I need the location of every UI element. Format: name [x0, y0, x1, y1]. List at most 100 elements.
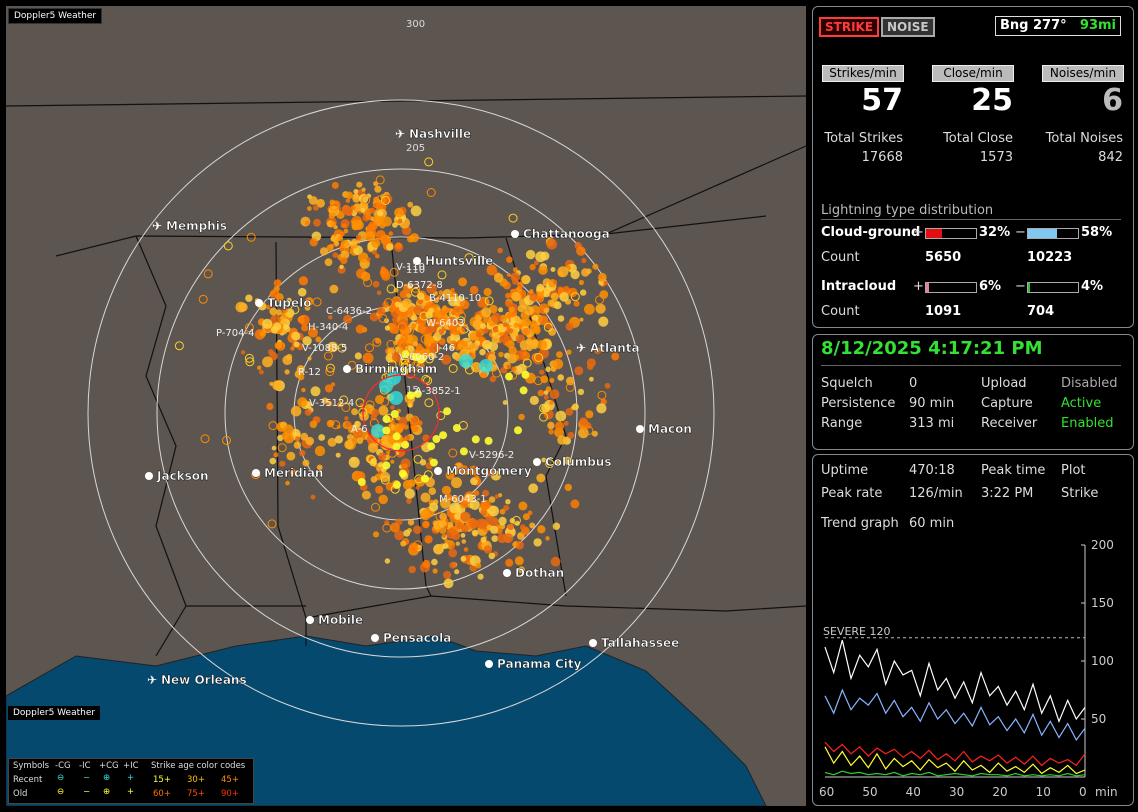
strike-mark	[386, 243, 394, 251]
strike-mark	[370, 476, 378, 483]
datetime: 8/12/2025 4:17:21 PM	[821, 338, 1043, 359]
strike-mark	[444, 539, 449, 544]
strike-mark	[371, 408, 380, 417]
strike-mark	[565, 408, 574, 416]
strike-mark	[581, 257, 587, 264]
strike-mark	[585, 410, 594, 419]
strike-mark	[514, 556, 524, 566]
city-label: Macon	[648, 422, 692, 436]
city-dot	[503, 569, 511, 577]
legend-col-pos-cg: +CG	[99, 761, 119, 771]
persistence-label: Persistence	[821, 396, 896, 411]
recent-strike-mark	[514, 426, 522, 435]
strike-mark	[570, 499, 580, 509]
map-canvas[interactable]: 30020511015✈ Nashville✈ MemphisChattanooga…	[6, 6, 806, 806]
strike-mark	[461, 539, 467, 544]
strike-mark	[491, 335, 500, 344]
city-dot	[485, 660, 493, 668]
strike-mark	[518, 413, 525, 421]
distance-value: 93mi	[1079, 18, 1116, 33]
strike-mark	[358, 252, 369, 263]
strike-mark	[413, 341, 418, 347]
cg-negative-count: 10223	[1027, 250, 1073, 265]
strike-mark	[429, 502, 439, 512]
strike-mark	[423, 521, 430, 528]
strike-mark	[460, 511, 471, 522]
strike-mark	[324, 258, 333, 267]
strike-mark	[408, 479, 416, 487]
strike-mark	[504, 335, 510, 341]
recent-strike-mark	[484, 436, 493, 445]
strike-mark	[390, 405, 395, 410]
strike-mark	[407, 519, 415, 526]
trend-value[interactable]: 60 min	[909, 516, 954, 531]
strike-mark	[361, 187, 366, 192]
recent-strike-mark	[439, 431, 448, 440]
strike-mark	[326, 419, 335, 428]
close-per-min-value: 25	[971, 83, 1013, 118]
strike-mark	[477, 573, 484, 580]
strike-mark	[488, 505, 499, 517]
strike-button[interactable]: STRIKE	[819, 17, 880, 37]
cg-positive-bar-fill	[926, 229, 942, 238]
strike-mark	[309, 420, 318, 429]
strike-mark	[505, 499, 511, 505]
strike-mark	[374, 185, 382, 193]
strike-mark	[365, 214, 372, 221]
upload-value: Disabled	[1061, 376, 1118, 391]
strike-mark	[353, 189, 359, 194]
state-boundary	[6, 95, 806, 107]
divider	[821, 219, 1121, 220]
legend-col-pos-ic: +IC	[123, 761, 139, 771]
city-dot	[589, 639, 597, 647]
city-label: Montgomery	[446, 464, 532, 478]
pos-cg-old-icon: ⊕	[103, 787, 111, 797]
recent-strike-mark	[398, 469, 407, 478]
strike-mark	[272, 380, 283, 391]
strike-mark	[309, 238, 318, 247]
strike-mark	[563, 285, 570, 292]
strike-mark	[402, 298, 412, 309]
strike-mark	[384, 325, 390, 331]
strike-mark	[550, 292, 559, 301]
strike-mark	[313, 204, 319, 211]
plot-value[interactable]: Strike	[1061, 486, 1098, 501]
strike-mark	[335, 452, 341, 458]
range-value: 313 mi	[909, 416, 955, 431]
strike-mark	[408, 565, 417, 574]
strike-mark	[448, 364, 458, 373]
peak-time-value: 3:22 PM	[981, 486, 1034, 501]
airport-icon: ✈	[147, 673, 157, 687]
strike-mark	[422, 559, 431, 568]
lightning-map[interactable]: 300 205 110 15 ✈ Nashville ✈ Memphis Chattanooga…	[6, 6, 806, 806]
strike-mark	[355, 234, 362, 241]
storm-label: W-6403	[426, 318, 465, 329]
strike-mark	[366, 257, 371, 262]
strike-mark	[499, 508, 506, 515]
cg-plus-sign: +	[913, 225, 924, 240]
strike-mark	[330, 221, 336, 227]
strike-mark	[431, 558, 438, 566]
strike-mark	[331, 181, 339, 189]
strike-mark	[507, 523, 514, 530]
strike-mark	[549, 400, 554, 405]
strike-mark	[433, 520, 443, 530]
strike-mark	[528, 483, 539, 494]
recent-strike-mark	[521, 370, 530, 379]
strike-mark	[527, 510, 533, 516]
ic-negative-pct: 4%	[1081, 279, 1104, 294]
strike-mark	[277, 443, 287, 453]
strike-mark	[381, 235, 388, 242]
strike-mark	[437, 270, 447, 280]
strike-mark	[460, 555, 467, 562]
strike-mark	[411, 323, 417, 329]
city-label: Columbus	[545, 455, 612, 469]
strike-mark	[377, 462, 384, 468]
strike-mark	[549, 389, 560, 400]
strike-mark	[314, 445, 326, 457]
strike-mark	[521, 276, 528, 283]
legend-col-neg-ic: -IC	[79, 761, 91, 771]
strike-mark	[267, 519, 277, 529]
severe-label: SEVERE 120	[823, 625, 891, 638]
noise-button[interactable]: NOISE	[881, 17, 935, 37]
